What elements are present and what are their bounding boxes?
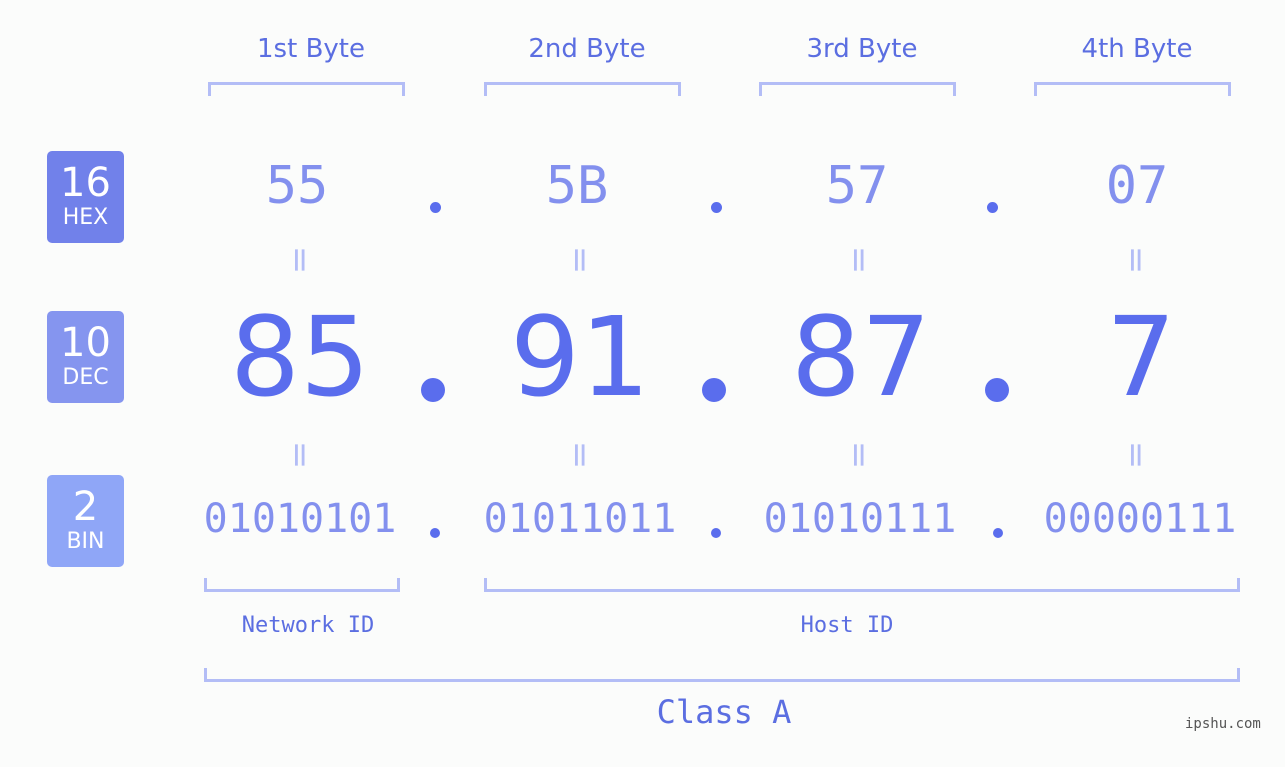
network-id-label: Network ID <box>241 613 375 638</box>
bin-badge: 2 BIN <box>47 475 124 567</box>
network-id-bracket <box>204 578 400 592</box>
bin-badge-number: 2 <box>72 484 99 530</box>
hex-dot-2 <box>711 202 722 213</box>
equals-icon: = <box>1116 440 1156 470</box>
bin-octet-2: 01011011 <box>483 496 677 542</box>
byte-bracket-3 <box>759 82 956 96</box>
dec-dot-3 <box>985 378 1009 402</box>
equals-icon: = <box>560 245 600 275</box>
byte-bracket-2 <box>484 82 681 96</box>
byte-header-3: 3rd Byte <box>806 34 918 64</box>
host-id-label: Host ID <box>800 613 894 638</box>
hex-octet-4: 07 <box>1105 156 1169 216</box>
dec-octet-3: 87 <box>791 293 931 421</box>
equals-icon: = <box>839 440 879 470</box>
equals-icon: = <box>280 440 320 470</box>
dec-octet-4: 7 <box>1106 293 1176 421</box>
hex-dot-1 <box>430 202 441 213</box>
class-label: Class A <box>656 693 792 731</box>
hex-octet-2: 5B <box>545 156 609 216</box>
byte-header-4: 4th Byte <box>1081 34 1193 64</box>
byte-bracket-4 <box>1034 82 1231 96</box>
bin-dot-2 <box>711 528 721 538</box>
dec-dot-1 <box>421 378 445 402</box>
host-id-bracket <box>484 578 1240 592</box>
byte-bracket-1 <box>208 82 405 96</box>
bin-octet-1: 01010101 <box>203 496 397 542</box>
hex-octet-3: 57 <box>825 156 889 216</box>
bin-octet-4: 00000111 <box>1043 496 1237 542</box>
bin-dot-1 <box>430 528 440 538</box>
dec-dot-2 <box>702 378 726 402</box>
dec-octet-1: 85 <box>230 293 370 421</box>
hex-octet-1: 55 <box>265 156 329 216</box>
hex-badge-number: 16 <box>60 160 111 206</box>
bin-badge-label: BIN <box>66 529 105 554</box>
hex-dot-3 <box>987 202 998 213</box>
hex-badge: 16 HEX <box>47 151 124 243</box>
dec-octet-2: 91 <box>510 293 650 421</box>
equals-icon: = <box>560 440 600 470</box>
hex-badge-label: HEX <box>62 205 109 230</box>
bin-octet-3: 01010111 <box>763 496 957 542</box>
equals-icon: = <box>1116 245 1156 275</box>
equals-icon: = <box>839 245 879 275</box>
watermark: ipshu.com <box>1185 716 1261 732</box>
equals-icon: = <box>280 245 320 275</box>
class-bracket <box>204 668 1240 682</box>
bin-dot-3 <box>993 528 1003 538</box>
dec-badge: 10 DEC <box>47 311 124 403</box>
dec-badge-label: DEC <box>62 365 109 390</box>
byte-header-2: 2nd Byte <box>528 34 646 64</box>
byte-header-1: 1st Byte <box>257 34 365 64</box>
dec-badge-number: 10 <box>60 320 111 366</box>
